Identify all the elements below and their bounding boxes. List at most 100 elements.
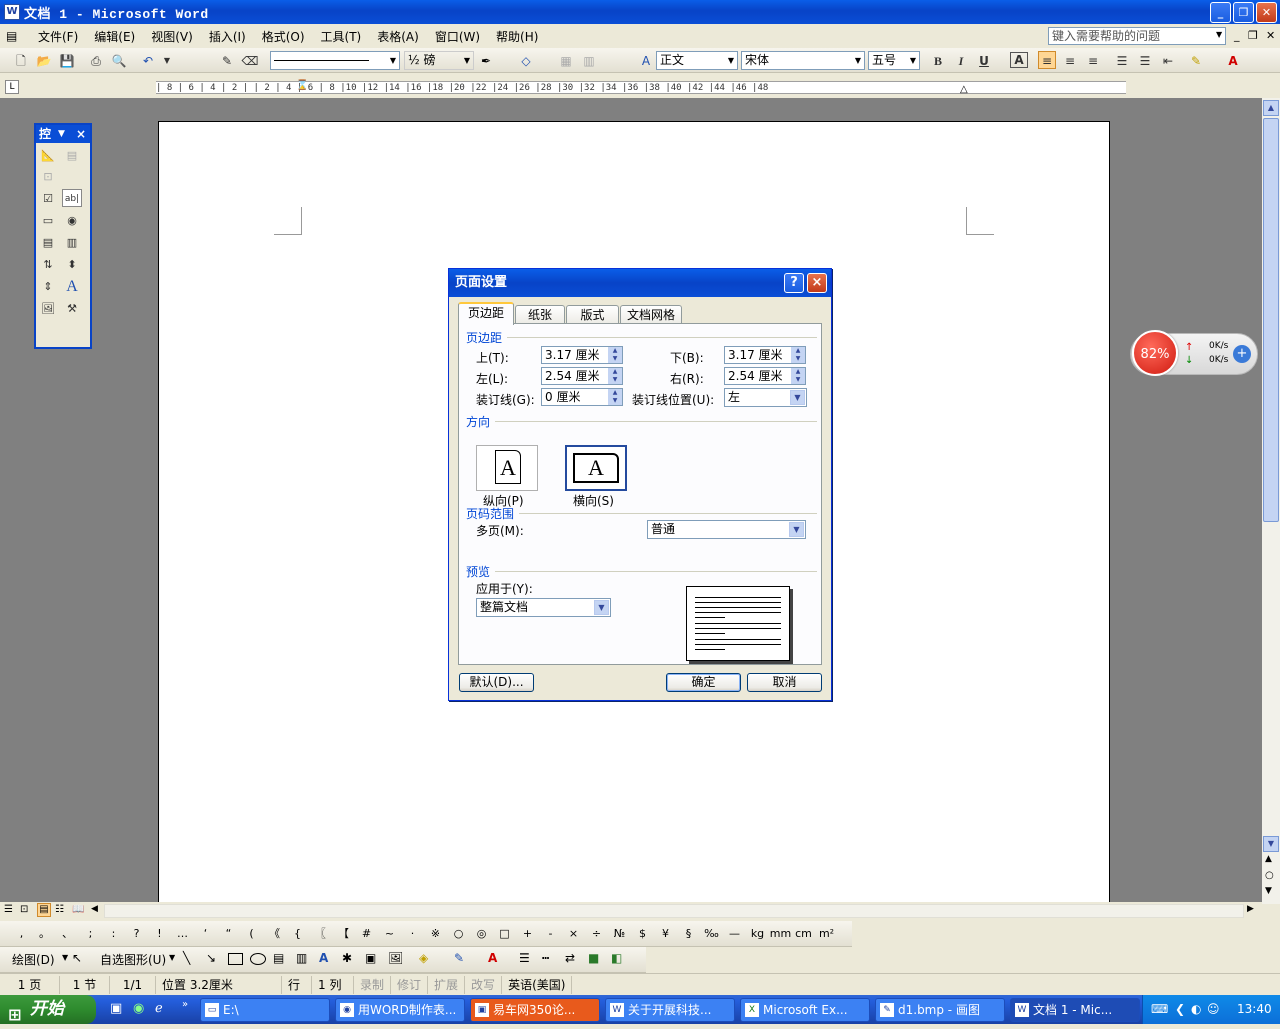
line-weight-select[interactable]: ½ 磅 ▼ [404,51,474,70]
draw-table-icon[interactable]: ✎ [218,52,236,70]
symbol-button[interactable]: · [401,925,424,943]
design-mode-icon[interactable]: 📐 [38,146,58,164]
tab-layout[interactable]: 版式 [566,305,619,324]
symbol-button[interactable]: ( [240,925,263,943]
gutter-input[interactable]: 0 厘米 ▲ ▼ [541,388,623,406]
task-excel[interactable]: X Microsoft Ex... [740,998,870,1022]
vertical-textbox-icon[interactable]: ▥ [296,951,307,965]
symbol-button[interactable]: ‘ [194,925,217,943]
task-browser-2[interactable]: ▣ 易车网350论... [470,998,600,1022]
scroll-down-icon[interactable]: ▼ [1263,836,1279,852]
clipart-icon[interactable]: ▣ [365,951,376,965]
indent-marker-icon[interactable]: ⌛ [296,80,308,91]
scrollbar-control-icon[interactable]: ⇕ [38,277,58,295]
menu-view[interactable]: 视图(V) [143,28,201,45]
symbol-button[interactable]: ! [148,925,171,943]
dash-style-icon[interactable]: ┅ [542,951,549,965]
oval-tool-icon[interactable] [250,953,266,965]
scroll-right-icon[interactable]: ▶ [1247,904,1254,914]
quicklaunch-more-icon[interactable]: » [182,999,188,1010]
underline-button[interactable]: U [975,52,993,70]
new-doc-icon[interactable]: 🗋 [12,52,30,70]
dialog-titlebar[interactable]: 页面设置 [449,269,831,297]
control-toolbox[interactable]: 控 ▼ × 📐 ▤ ⊡ ☑ ab| ▭ ◉ ▤ ▥ ⇅ ⬍ ⇕ A 🖼 ⚒ [34,123,92,349]
menu-table[interactable]: 表格(A) [369,28,427,45]
symbol-button[interactable]: ~ [378,925,401,943]
3d-style-icon[interactable]: ◧ [611,951,622,965]
tray-expand-icon[interactable]: ❮ [1175,995,1185,1024]
draw-menu-button[interactable]: 绘图(D) [12,951,55,968]
tray-app-icon[interactable]: ☺ [1207,995,1220,1024]
top-margin-input[interactable]: 3.17 厘米 ▲ ▼ [541,346,623,364]
menu-tools[interactable]: 工具(T) [313,28,370,45]
diagram-icon[interactable]: ✱ [342,951,352,965]
autoshape-menu-button[interactable]: 自选图形(U) [100,951,166,968]
numbering-icon[interactable]: ☰ [1113,52,1131,70]
radio-control-icon[interactable]: ◉ [62,211,82,229]
select-objects-icon[interactable]: ↖ [72,951,82,965]
combobox-control-icon[interactable]: ▥ [62,233,82,251]
char-border-icon[interactable]: A [1010,52,1028,68]
textbox-tool-icon[interactable]: ▤ [273,951,284,965]
symbol-button[interactable]: 。 [33,925,56,943]
ok-button[interactable]: 确定 [666,673,741,692]
web-view-icon[interactable]: ⊡ [20,904,28,915]
rectangle-tool-icon[interactable] [228,953,243,965]
reading-view-icon[interactable]: 📖 [72,904,84,915]
keyboard-icon[interactable]: ⌨ [1151,995,1168,1024]
restore-button[interactable]: ❐ [1233,2,1254,23]
symbol-button[interactable]: □ [493,925,516,943]
browse-object-icon[interactable]: ○ [1265,870,1274,881]
memory-percent-ball[interactable]: 82% [1132,330,1178,376]
shadow-style-icon[interactable]: ■ [588,951,599,965]
task-word-active[interactable]: W 文档 1 - Mic... [1010,998,1140,1022]
doc-close-button[interactable]: ✕ [1266,29,1275,42]
add-icon[interactable]: + [1233,345,1251,363]
bottom-margin-input[interactable]: 3.17 厘米 ▲ ▼ [724,346,806,364]
horizontal-scrollbar[interactable] [104,904,1244,918]
open-folder-icon[interactable]: 📂 [35,52,53,70]
symbol-button[interactable]: { [286,925,309,943]
menu-insert[interactable]: 插入(I) [201,28,254,45]
print-preview-icon[interactable]: 🔍 [110,52,128,70]
doc-minimize-button[interactable]: _ [1234,29,1240,42]
symbol-button[interactable]: ÷ [585,925,608,943]
border-color-icon[interactable]: ✒ [477,52,495,70]
tab-selector-icon[interactable]: L [5,80,19,94]
line-style-select[interactable]: ▼ [270,51,400,70]
cancel-button[interactable]: 取消 [747,673,822,692]
undo-icon[interactable]: ↶ [139,52,157,70]
dialog-close-button[interactable]: × [807,273,827,293]
tab-margins[interactable]: 页边距 [458,302,514,325]
clock[interactable]: 13:40 [1237,995,1272,1024]
next-page-icon[interactable]: ▼ [1265,886,1272,896]
insert-picture-icon[interactable]: 🖼 [388,951,403,965]
symbol-button[interactable]: 、 [56,925,79,943]
fill-color-icon[interactable]: ◈ [419,951,428,965]
ie-quicklaunch-icon[interactable]: ℯ [155,1001,163,1016]
textbox-control-icon[interactable]: ab| [62,189,82,207]
menu-window[interactable]: 窗口(W) [427,28,488,45]
right-indent-marker-icon[interactable]: △ [960,84,968,95]
status-overtype[interactable]: 改写 [465,975,503,994]
menu-edit[interactable]: 编辑(E) [86,28,143,45]
draw-font-color-icon[interactable]: A [488,951,497,965]
doc-menu-icon[interactable]: ▤ [0,29,30,43]
symbol-button[interactable]: kg [746,925,769,943]
line-color-icon[interactable]: ✎ [454,951,464,965]
scroll-up-icon[interactable]: ▲ [1263,100,1279,116]
symbol-button[interactable]: - [539,925,562,943]
symbol-button[interactable]: $ [631,925,654,943]
decrease-indent-icon[interactable]: ⇤ [1159,52,1177,70]
split-cells-icon[interactable]: ▥ [580,52,598,70]
landscape-option[interactable]: A [565,445,627,491]
arrow-style-icon[interactable]: ⇄ [565,951,575,965]
bold-button[interactable]: B [929,52,947,70]
align-right-icon[interactable]: ≡ [1084,52,1102,70]
status-extend[interactable]: 扩展 [428,975,466,994]
help-search-input[interactable]: 键入需要帮助的问题 [1048,27,1226,45]
top-margin-spinner[interactable]: ▲ ▼ [608,347,622,363]
right-margin-input[interactable]: 2.54 厘米 ▲ ▼ [724,367,806,385]
symbol-button[interactable]: 〖 [309,925,332,943]
browser-quicklaunch-icon[interactable]: ◉ [133,1001,144,1016]
